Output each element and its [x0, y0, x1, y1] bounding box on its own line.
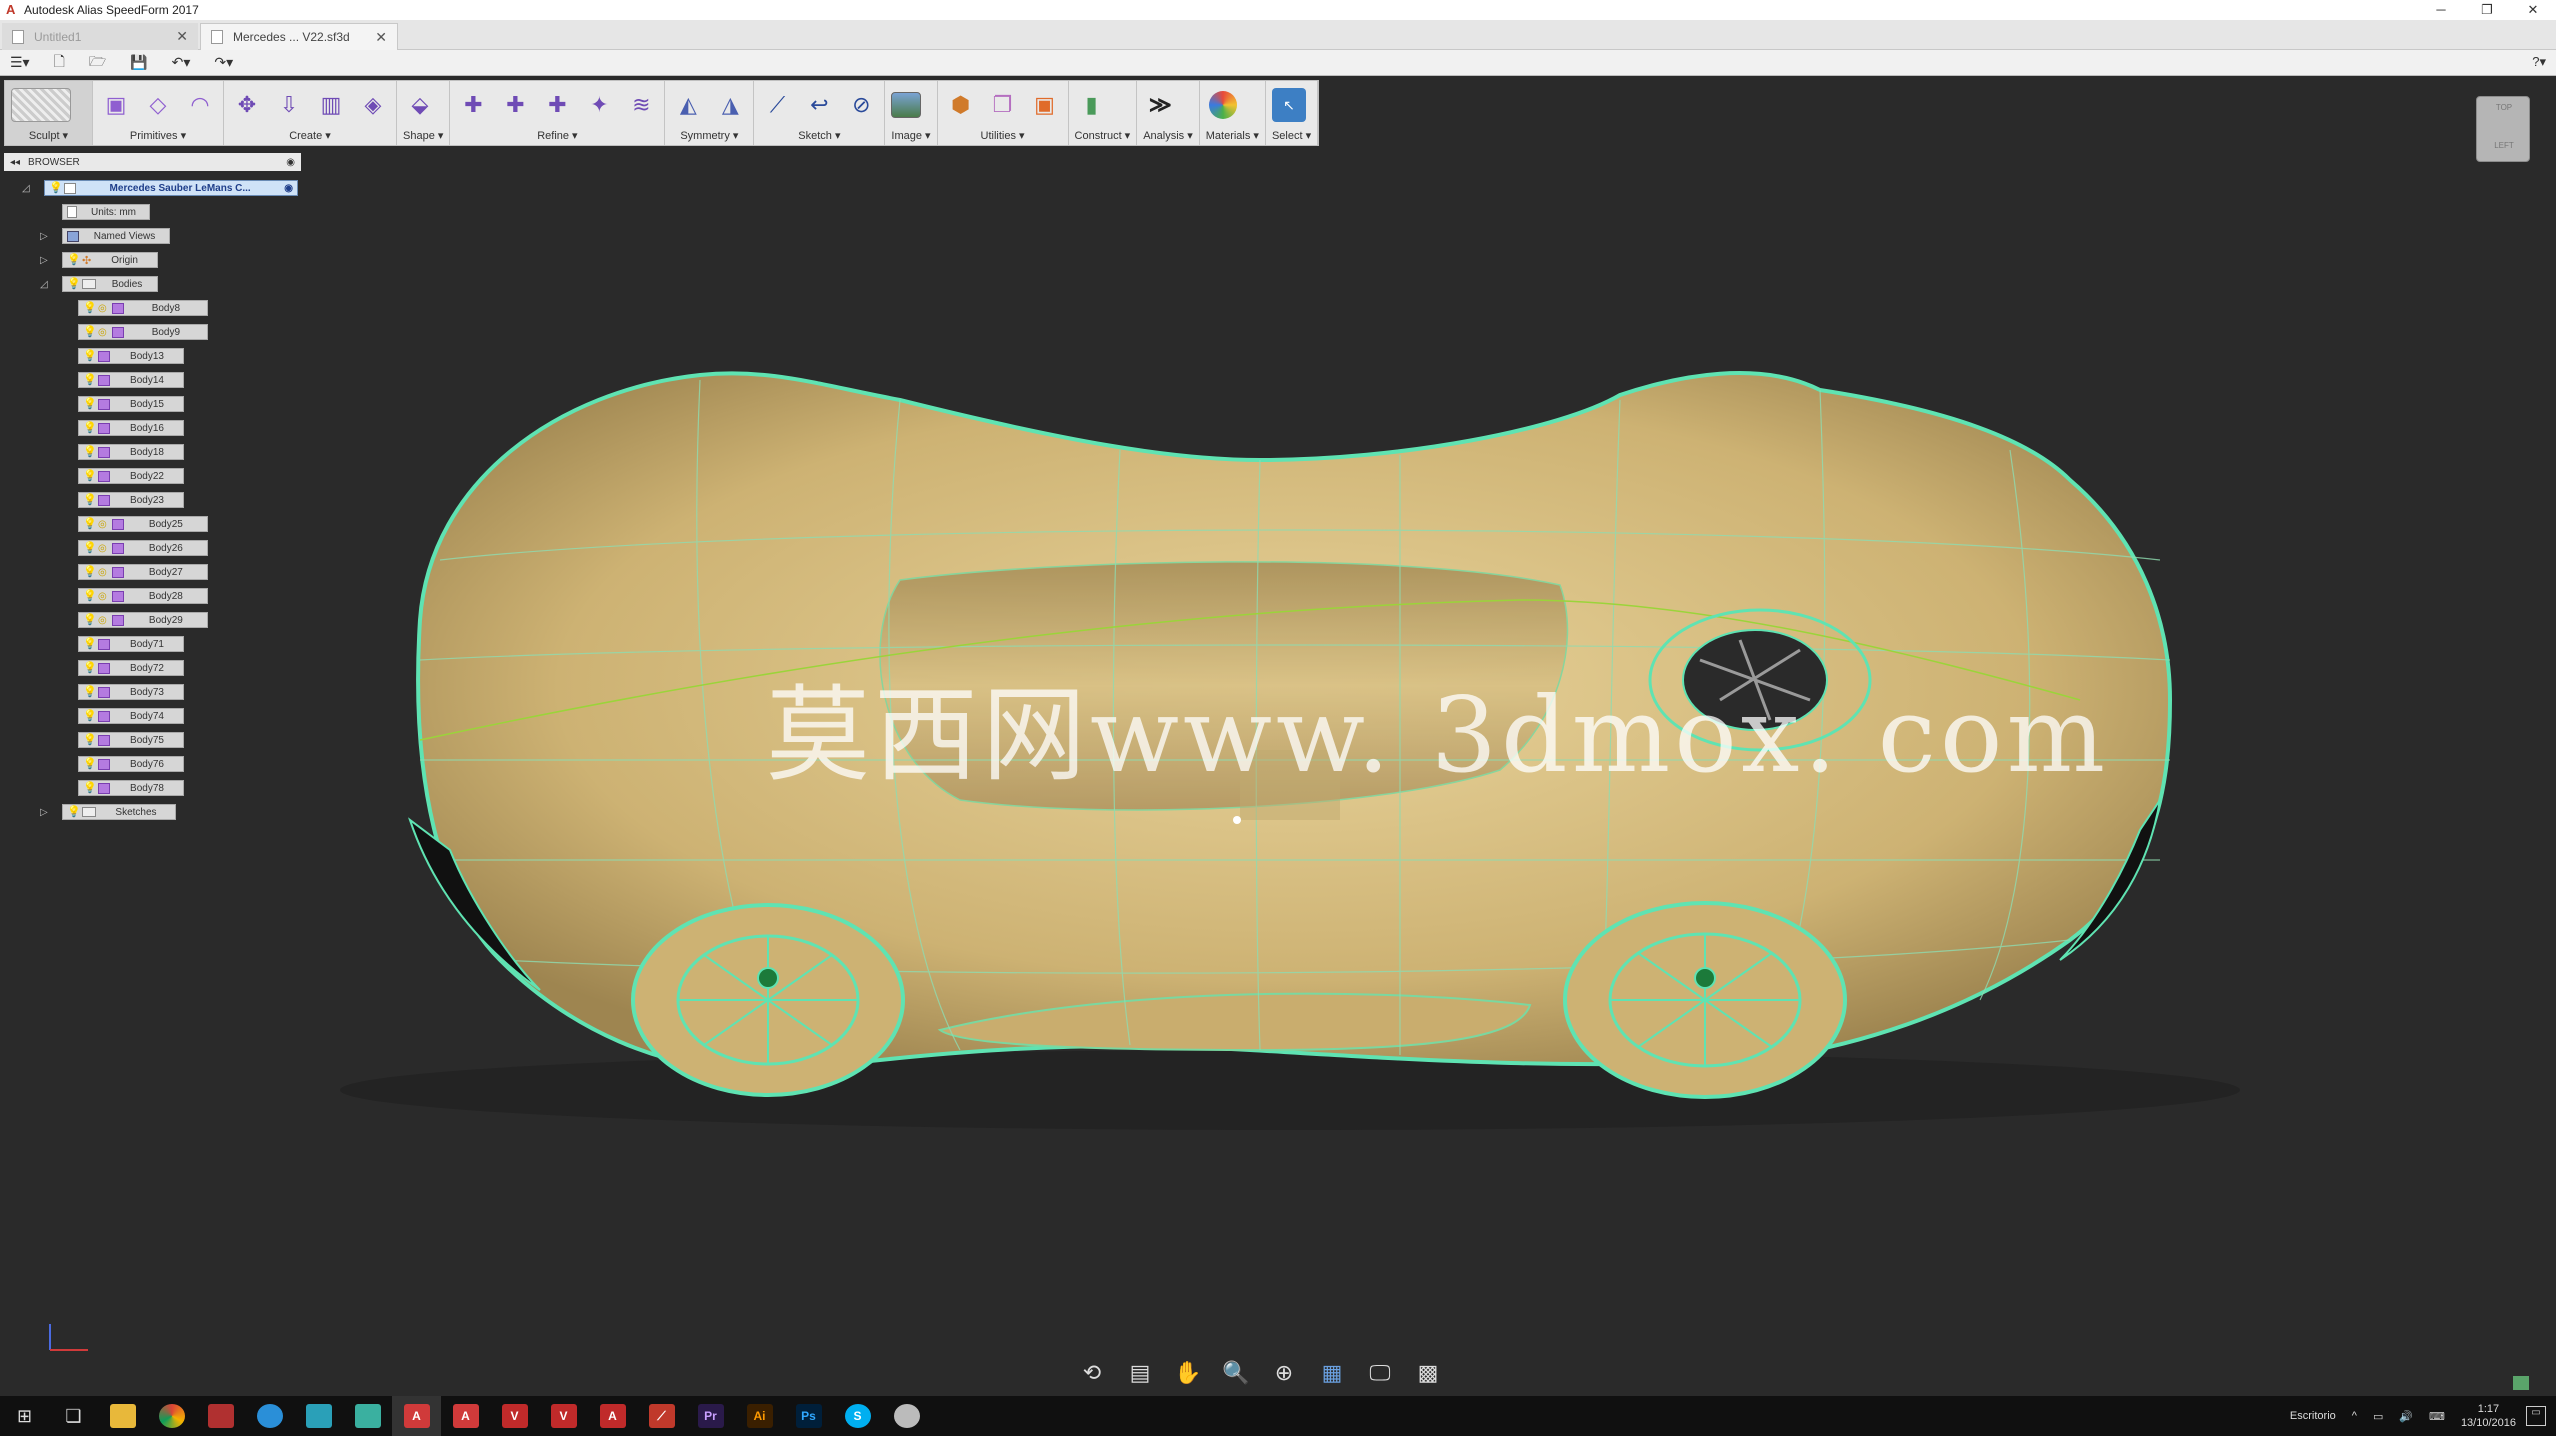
axis-triad	[49, 1324, 88, 1351]
look-at-icon[interactable]: ▤	[1123, 1358, 1157, 1388]
navigation-bar: ⟲ ▤ ✋ 🔍 ⊕ ▦ 🖵 ▩	[1075, 1358, 1445, 1388]
grid-icon[interactable]: ▩	[1411, 1358, 1445, 1388]
premiere-icon[interactable]: Pr	[686, 1396, 735, 1436]
view-cube-left-label: LEFT	[2494, 141, 2514, 150]
pivot-point[interactable]	[1233, 816, 1241, 824]
illustrator-icon[interactable]: Ai	[735, 1396, 784, 1436]
autocad-app-icon[interactable]: A	[588, 1396, 637, 1436]
network-icon[interactable]: ▭	[2373, 1410, 2383, 1423]
front-wheel[interactable]	[1563, 901, 1847, 1099]
cad-app2-icon[interactable]	[343, 1396, 392, 1436]
alias-app-icon[interactable]: A	[392, 1396, 441, 1436]
task-view-icon[interactable]: ❏	[49, 1396, 98, 1436]
zoom-window-icon[interactable]: ⊕	[1267, 1358, 1301, 1388]
keyboard-icon[interactable]: ⌨	[2429, 1410, 2445, 1423]
view-cube[interactable]: TOP LEFT	[2476, 96, 2530, 162]
volume-icon[interactable]: 🔊	[2399, 1410, 2413, 1423]
skype-icon[interactable]: S	[833, 1396, 882, 1436]
rear-wheel[interactable]	[631, 903, 905, 1097]
start-button-icon[interactable]: ⊞	[0, 1396, 49, 1436]
zoom-icon[interactable]: 🔍	[1219, 1358, 1253, 1388]
desktop-toolbar-label[interactable]: Escritorio	[2290, 1410, 2336, 1422]
model-shadow	[340, 1050, 2240, 1130]
viewports-icon[interactable]: ▦	[1315, 1358, 1349, 1388]
status-indicator-icon[interactable]	[2513, 1376, 2529, 1390]
orbit-icon[interactable]: ⟲	[1075, 1358, 1109, 1388]
system-tray: Escritorio ^ ▭ 🔊 ⌨ 1:17 13/10/2016	[2290, 1396, 2516, 1436]
watermark-text: 莫西网www. 3dmox. com	[766, 674, 2110, 796]
photoshop-icon[interactable]: Ps	[784, 1396, 833, 1436]
pan-hand-icon[interactable]: ✋	[1171, 1358, 1205, 1388]
file-explorer-icon[interactable]	[98, 1396, 147, 1436]
vred-app2-icon[interactable]: V	[539, 1396, 588, 1436]
display-settings-icon[interactable]: 🖵	[1363, 1358, 1397, 1388]
clock-date: 13/10/2016	[2460, 1417, 2516, 1429]
alias-app2-icon[interactable]: A	[441, 1396, 490, 1436]
view-cube-top-label: TOP	[2495, 103, 2513, 112]
show-hidden-icons-icon[interactable]: ^	[2352, 1410, 2357, 1422]
clock-time: 1:17	[2477, 1403, 2500, 1415]
notifications-icon[interactable]: ▭	[2526, 1406, 2546, 1426]
cad-app-icon[interactable]	[294, 1396, 343, 1436]
autodesk-app-icon[interactable]	[196, 1396, 245, 1436]
chrome-icon[interactable]	[147, 1396, 196, 1436]
acrobat-icon[interactable]: ⟋	[637, 1396, 686, 1436]
browser-app-icon[interactable]	[245, 1396, 294, 1436]
paint-app-icon[interactable]	[882, 1396, 931, 1436]
windows-taskbar: ⊞ ❏ A A V V A ⟋ Pr Ai Ps S Escritorio ^ …	[0, 1396, 2556, 1436]
clock[interactable]: 1:17 13/10/2016	[2461, 1402, 2516, 1430]
vred-app-icon[interactable]: V	[490, 1396, 539, 1436]
